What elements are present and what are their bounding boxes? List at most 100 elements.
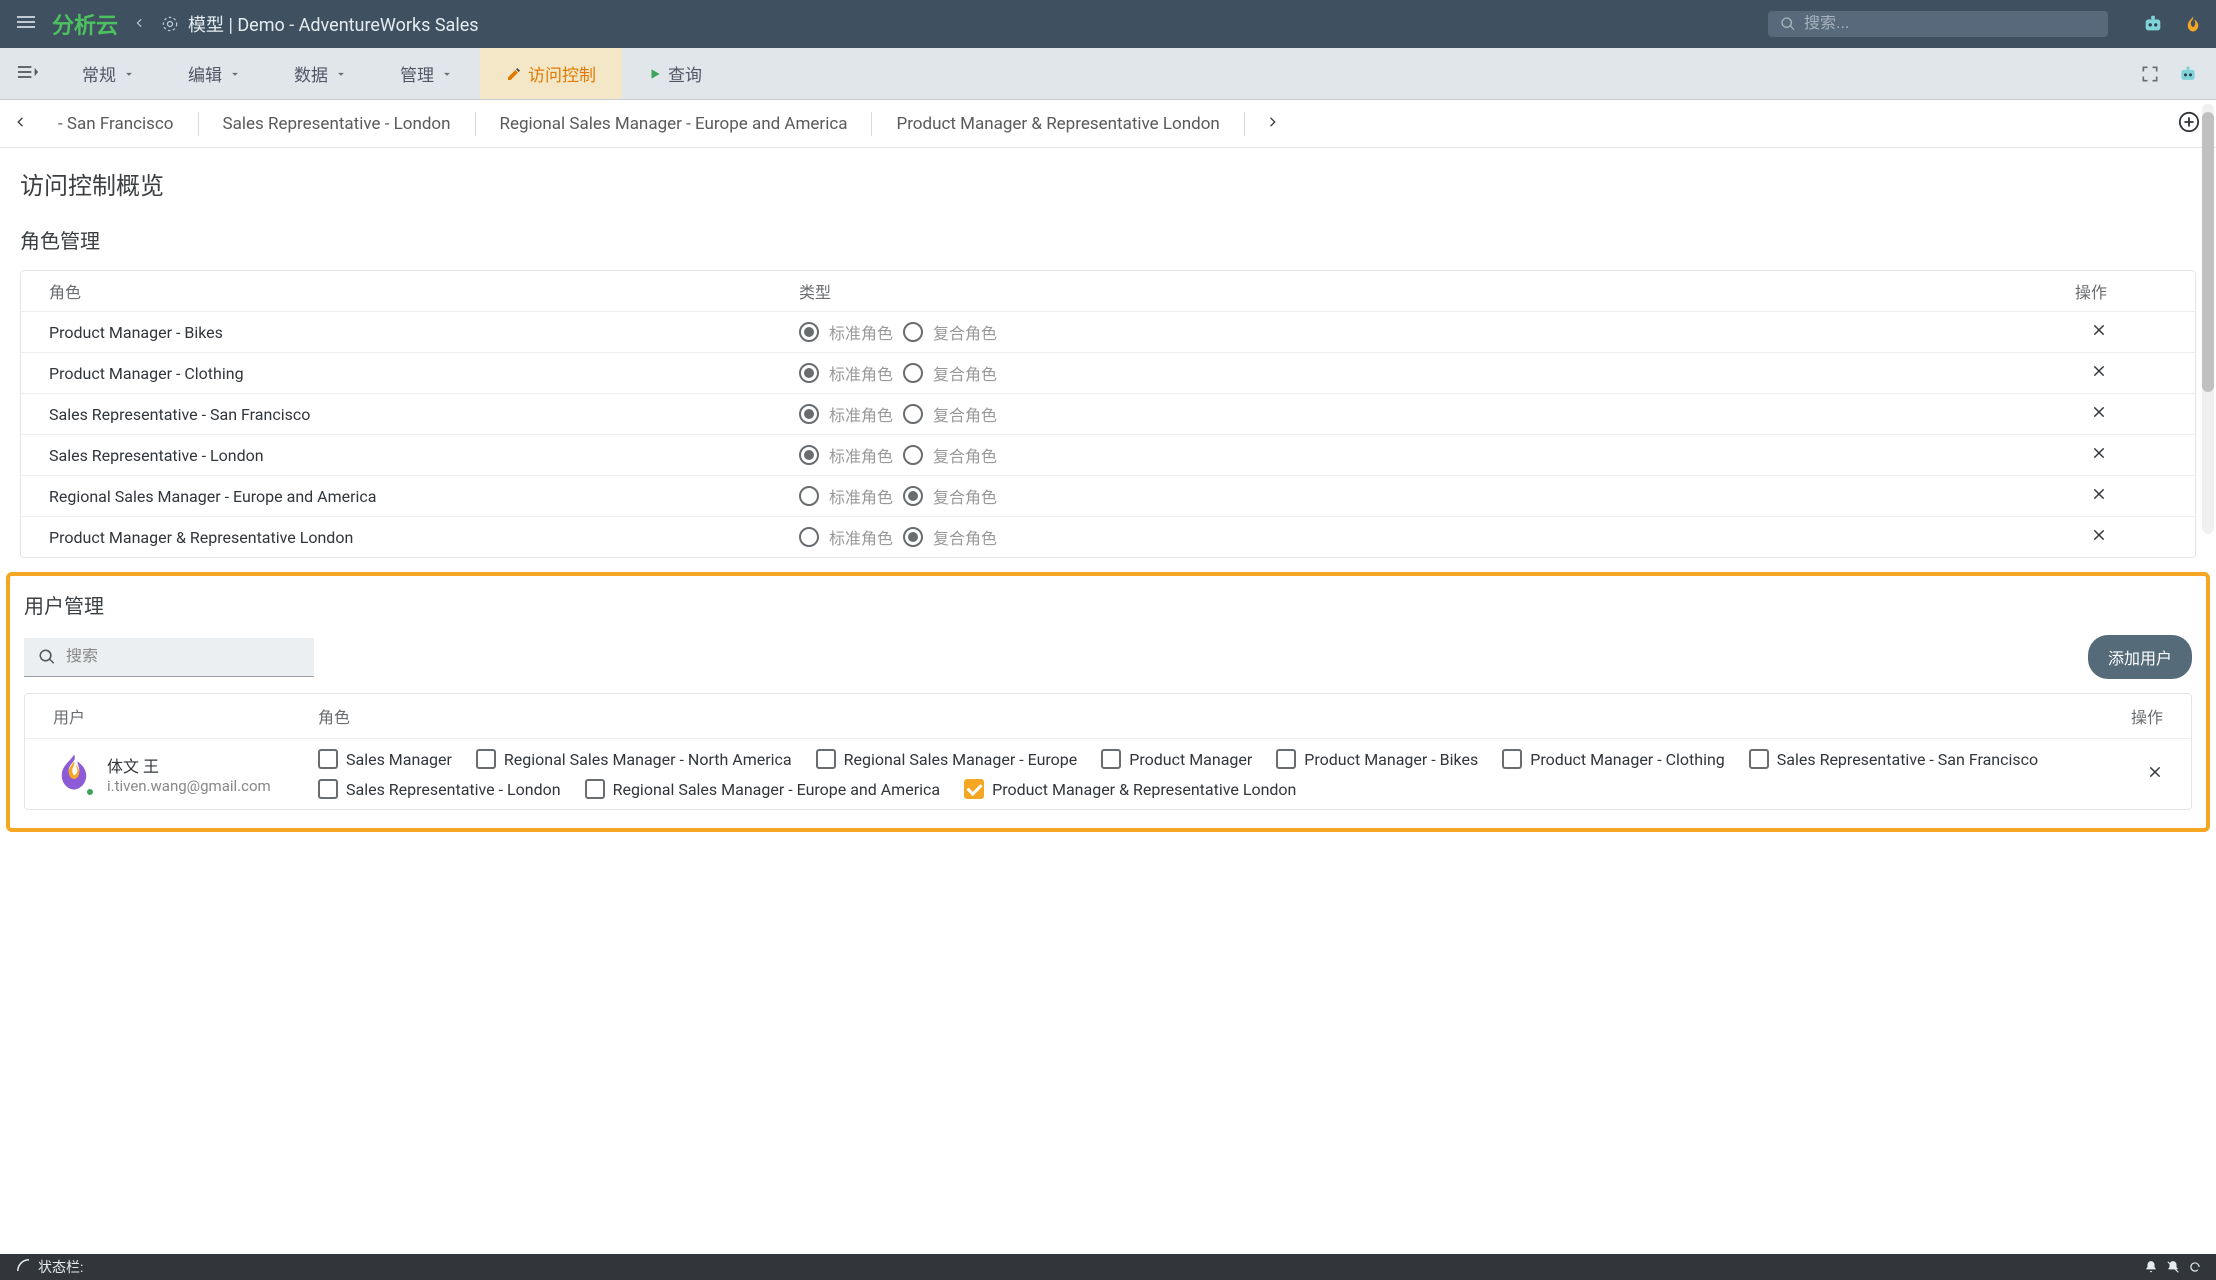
checkbox[interactable] [476,749,496,769]
fullscreen-icon[interactable] [2140,64,2160,84]
scrollbar[interactable] [2202,104,2214,534]
radio-composite[interactable] [903,404,923,424]
menu-data[interactable]: 数据 [268,48,374,99]
role-checkbox-item[interactable]: Sales Representative - San Francisco [1749,749,2038,769]
role-name: Regional Sales Manager - Europe and Amer… [49,487,799,506]
hamburger-icon[interactable] [14,10,38,38]
menu-query[interactable]: 查询 [622,48,728,99]
role-checkbox-item[interactable]: Product Manager [1101,749,1252,769]
checkbox[interactable] [318,779,338,799]
radio-composite[interactable] [903,445,923,465]
role-checkbox-item[interactable]: Product Manager - Clothing [1502,749,1725,769]
delete-role-button[interactable] [2091,445,2107,465]
robot-icon[interactable] [2178,64,2198,84]
bell-off-icon[interactable] [2166,1260,2180,1274]
radio-standard[interactable] [799,363,819,383]
menu-edit[interactable]: 编辑 [162,48,268,99]
role-checkbox-item[interactable]: Regional Sales Manager - Europe and Amer… [585,779,941,799]
user-management-section: 用户管理 添加用户 用户 角色 操作 体文 王 i.tiven.wang@gma… [6,572,2210,832]
user-email: i.tiven.wang@gmail.com [107,777,271,795]
role-row: Regional Sales Manager - Europe and Amer… [21,475,2195,516]
role-checkbox-item[interactable]: Product Manager - Bikes [1276,749,1478,769]
search-icon [38,648,56,666]
tab-item[interactable]: Sales Representative - London [199,114,475,134]
checkbox[interactable] [585,779,605,799]
tab-item[interactable]: Product Manager & Representative London [872,114,1243,134]
checkbox[interactable] [1101,749,1121,769]
menu-general[interactable]: 常规 [56,48,162,99]
chevron-down-icon [122,67,136,81]
radio-standard[interactable] [799,322,819,342]
role-row: Sales Representative - San Francisco 标准角… [21,393,2195,434]
radio-standard[interactable] [799,404,819,424]
role-checkbox-item[interactable]: Sales Manager [318,749,452,769]
radio-standard[interactable] [799,527,819,547]
checkbox[interactable] [1749,749,1769,769]
checkbox[interactable] [1502,749,1522,769]
global-search-input[interactable] [1804,15,2096,33]
global-search[interactable] [1768,11,2108,37]
tab-scroll-left[interactable] [6,108,34,140]
role-checkbox-item[interactable]: Regional Sales Manager - Europe [816,749,1078,769]
role-section-title: 角色管理 [20,225,2196,254]
menu-toggle-icon[interactable] [0,64,56,83]
radio-label: 复合角色 [933,443,997,467]
role-name: Sales Representative - London [49,446,799,465]
checkbox-label: Product Manager [1129,750,1252,769]
radio-standard[interactable] [799,486,819,506]
back-button[interactable] [132,15,146,34]
menu-manage[interactable]: 管理 [374,48,480,99]
tab-item[interactable]: - San Francisco [34,114,198,134]
radio-label: 标准角色 [829,484,893,508]
menu-access-control[interactable]: 访问控制 [480,48,622,99]
delete-role-button[interactable] [2091,486,2107,506]
radio-label: 标准角色 [829,443,893,467]
checkbox-label: Regional Sales Manager - Europe and Amer… [613,780,941,799]
role-table-header: 角色 类型 操作 [21,271,2195,311]
checkbox-label: Regional Sales Manager - Europe [844,750,1078,769]
checkbox[interactable] [318,749,338,769]
radio-composite[interactable] [903,486,923,506]
checkbox-label: Sales Representative - San Francisco [1777,750,2038,769]
delete-role-button[interactable] [2091,363,2107,383]
breadcrumb-title: Demo - AdventureWorks Sales [237,15,478,36]
role-row: Sales Representative - London 标准角色 复合角色 [21,434,2195,475]
role-name: Sales Representative - San Francisco [49,405,799,424]
user-name: 体文 王 [107,753,271,777]
radio-composite[interactable] [903,322,923,342]
flame-icon[interactable] [2184,12,2202,36]
radio-label: 标准角色 [829,361,893,385]
user-search[interactable] [24,638,314,677]
checkbox-label: Product Manager - Bikes [1304,750,1478,769]
user-section-title: 用户管理 [24,590,2192,619]
radio-composite[interactable] [903,363,923,383]
chevron-down-icon [334,67,348,81]
delete-role-button[interactable] [2091,322,2107,342]
bell-icon[interactable] [2144,1260,2158,1274]
sync-icon[interactable] [2188,1260,2202,1274]
chevron-down-icon [228,67,242,81]
breadcrumb[interactable]: 模型 | Demo - AdventureWorks Sales [160,11,479,37]
user-row: 体文 王 i.tiven.wang@gmail.com Sales Manage… [25,738,2191,809]
checkbox[interactable] [1276,749,1296,769]
user-search-input[interactable] [66,648,300,666]
role-checkbox-item[interactable]: Sales Representative - London [318,779,561,799]
tab-scroll-right[interactable] [1259,108,1287,140]
radio-composite[interactable] [903,527,923,547]
delete-role-button[interactable] [2091,404,2107,424]
col-header-user: 用户 [53,704,318,728]
tab-item[interactable]: Regional Sales Manager - Europe and Amer… [476,114,872,134]
role-checkbox-item[interactable]: Product Manager & Representative London [964,779,1296,799]
checkbox[interactable] [964,779,984,799]
delete-user-button[interactable] [2083,764,2163,784]
add-user-button[interactable]: 添加用户 [2088,635,2192,679]
col-header-role: 角色 [318,704,2083,728]
robot-icon[interactable] [2142,13,2164,35]
delete-role-button[interactable] [2091,527,2107,547]
radio-label: 复合角色 [933,402,997,426]
checkbox[interactable] [816,749,836,769]
role-row: Product Manager - Bikes 标准角色 复合角色 [21,311,2195,352]
radio-standard[interactable] [799,445,819,465]
role-checkbox-item[interactable]: Regional Sales Manager - North America [476,749,792,769]
app-logo[interactable]: 分析云 [52,8,118,40]
